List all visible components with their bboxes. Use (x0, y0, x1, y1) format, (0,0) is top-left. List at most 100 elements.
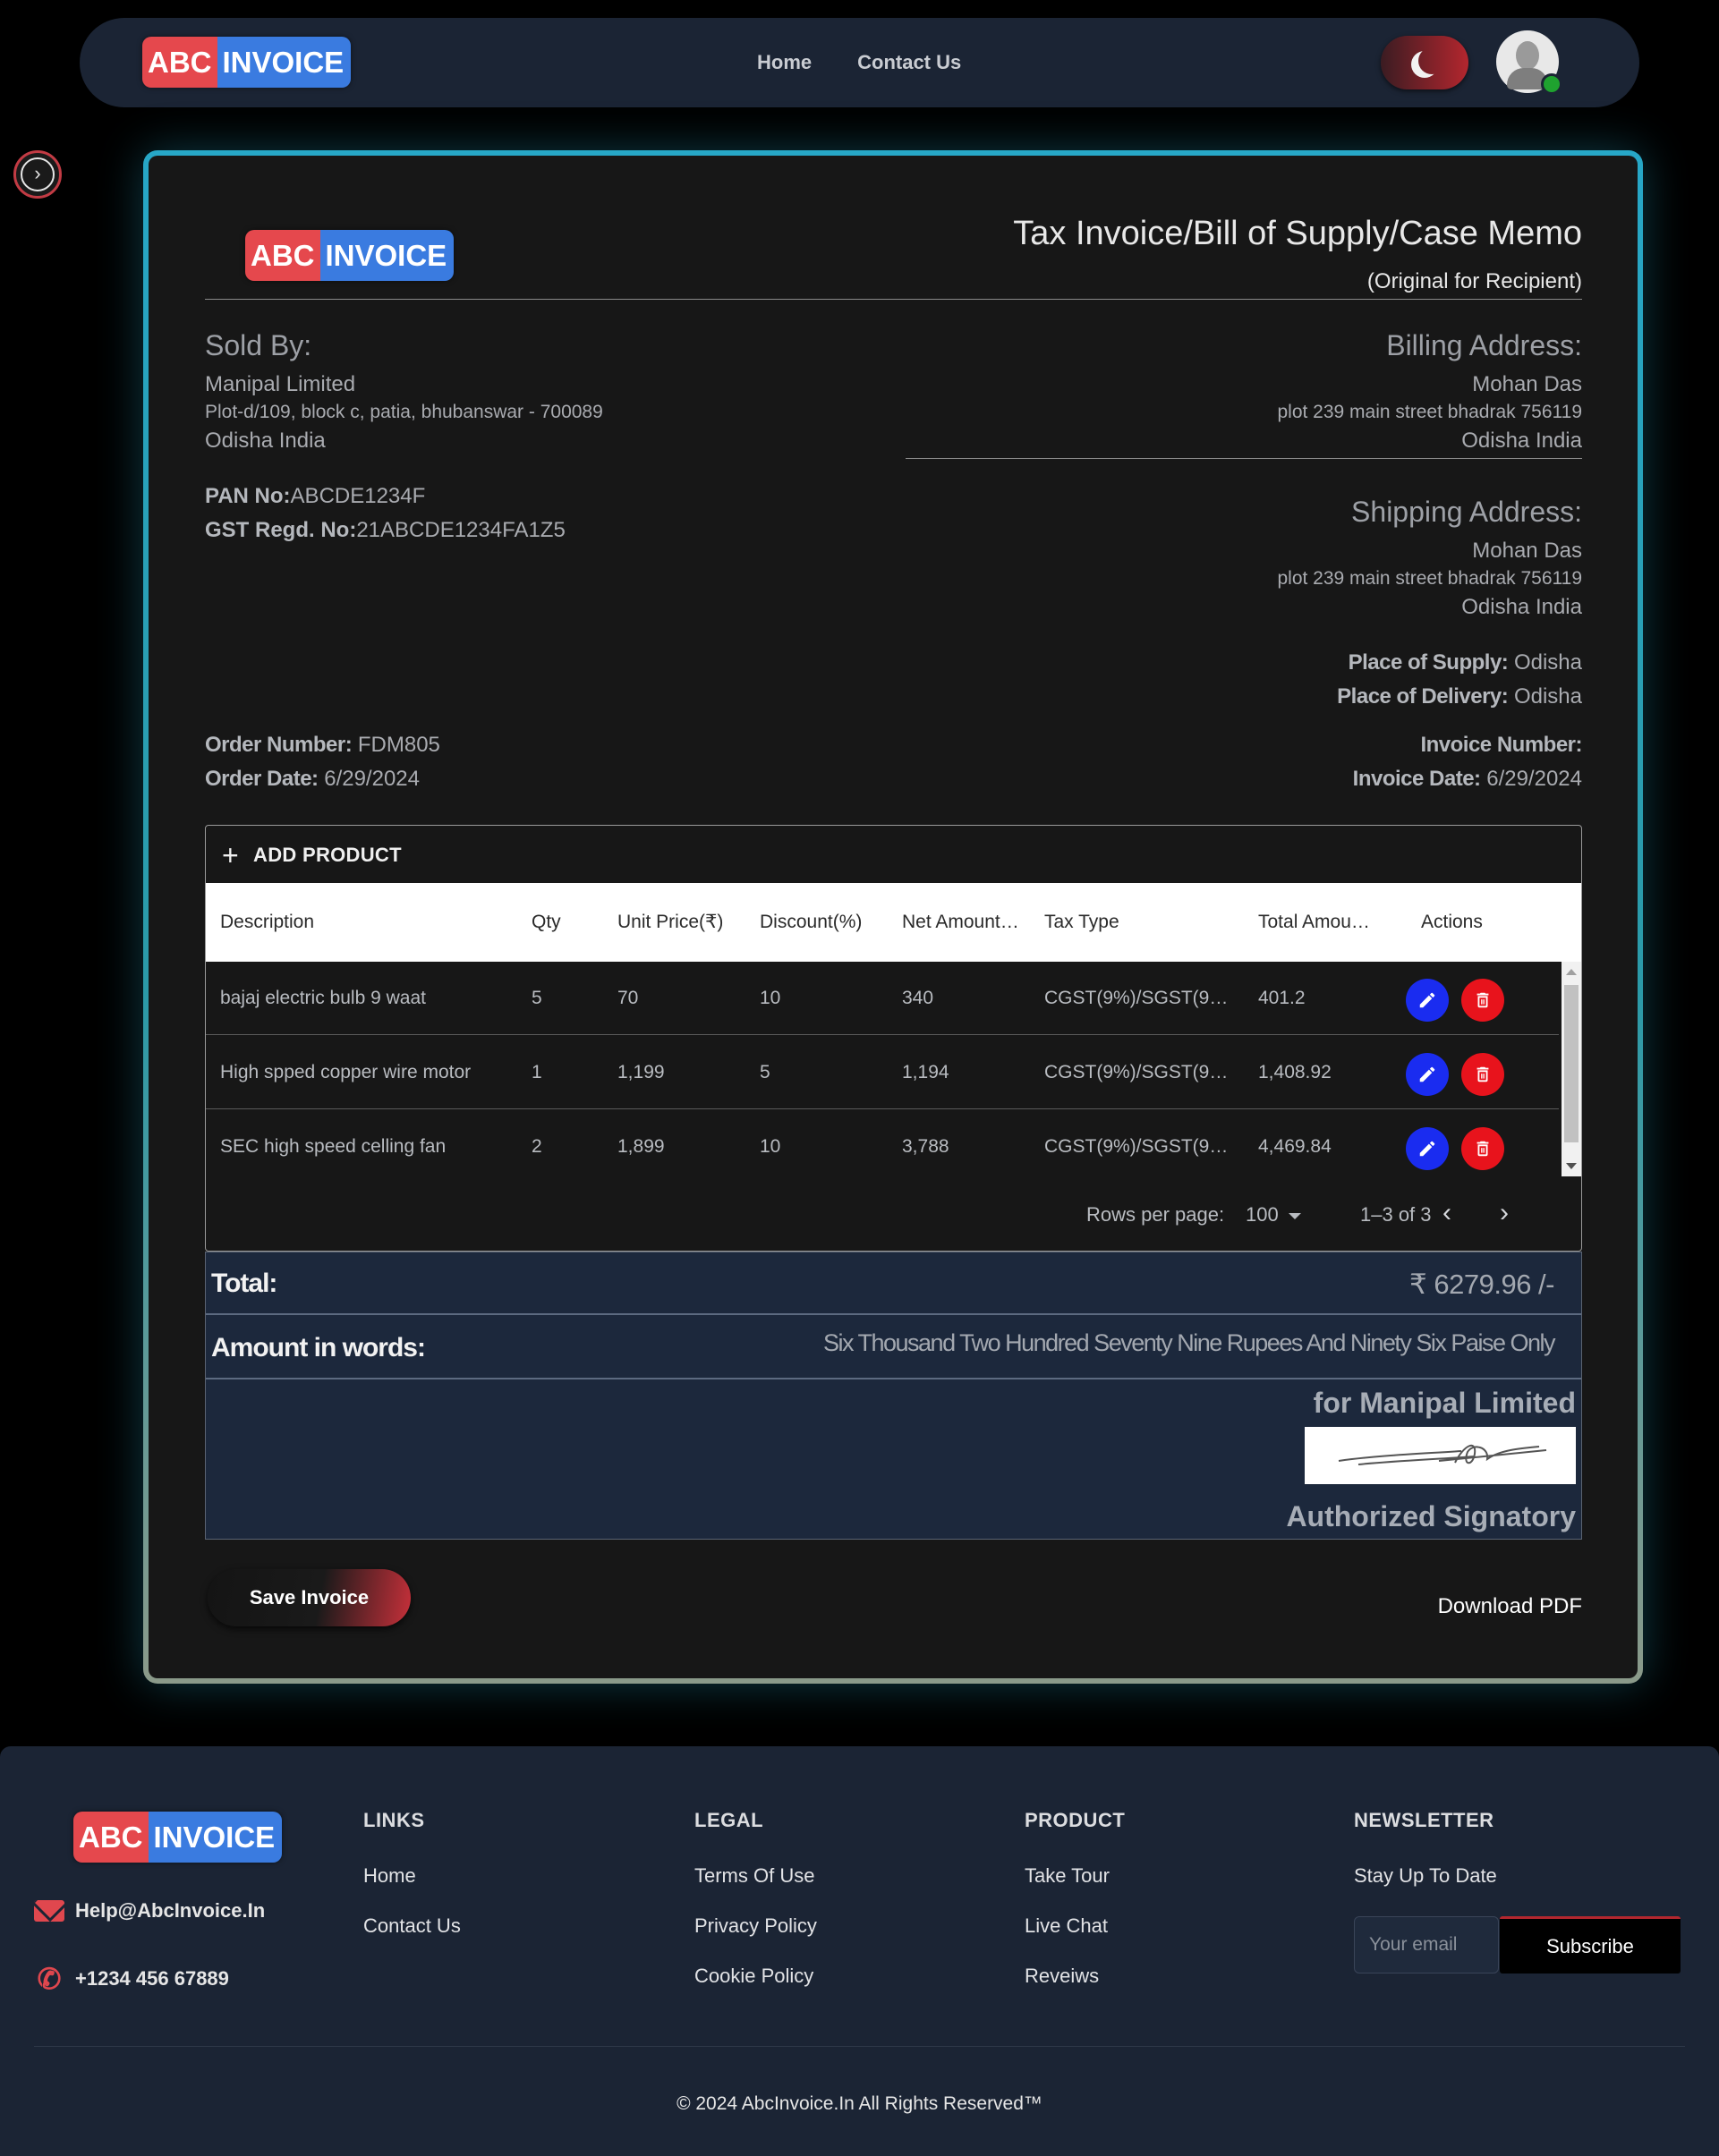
table-row[interactable]: bajaj electric bulb 9 waat 5 70 10 340 C… (206, 962, 1559, 1035)
footer-link-privacy[interactable]: Privacy Policy (694, 1914, 817, 1938)
footer-email[interactable]: Help@AbcInvoice.In (34, 1899, 265, 1923)
column-header[interactable]: Net Amount… (902, 883, 1036, 962)
place-of-supply-value: Odisha (1513, 650, 1582, 675)
edit-button[interactable] (1406, 979, 1449, 1022)
footer-product-column: PRODUCT Take Tour Live Chat Reveiws (1025, 1809, 1125, 2015)
table-scrollbar[interactable] (1562, 962, 1581, 1176)
footer-link-reviews[interactable]: Reveiws (1025, 1965, 1125, 1988)
table-row[interactable]: SEC high speed celling fan 2 1,899 10 3,… (206, 1110, 1559, 1184)
cell-description: bajaj electric bulb 9 waat (220, 988, 426, 1008)
column-header[interactable]: Tax Type (1044, 883, 1179, 962)
edit-icon (1419, 1066, 1435, 1082)
amount-in-words-value: Six Thousand Two Hundred Seventy Nine Ru… (822, 1329, 1556, 1356)
plus-icon: + (222, 839, 239, 871)
logo-part-abc: ABC (245, 230, 320, 281)
theme-toggle-button[interactable] (1381, 36, 1468, 89)
cell-unit-price: 1,199 (617, 1062, 665, 1082)
footer-link-terms[interactable]: Terms Of Use (694, 1864, 817, 1888)
chevron-left-icon[interactable]: ‹ (1442, 1198, 1451, 1228)
footer-link-take-tour[interactable]: Take Tour (1025, 1864, 1125, 1888)
newsletter-email-input[interactable]: Your email (1354, 1916, 1499, 1974)
scroll-thumb[interactable] (1564, 985, 1579, 1142)
dropdown-caret-icon[interactable] (1289, 1213, 1301, 1219)
mail-icon (34, 1900, 64, 1922)
add-product-button[interactable]: + ADD PRODUCT (222, 839, 402, 871)
total-value: ₹ 6279.96 /- (1409, 1269, 1554, 1300)
footer-logo[interactable]: ABC INVOICE (73, 1812, 283, 1863)
save-invoice-button[interactable]: Save Invoice (208, 1569, 411, 1626)
gst-label: GST Regd. No: (205, 518, 357, 543)
phone-icon: ✆ (37, 1963, 62, 1995)
cell-net-amount: 3,788 (902, 1136, 949, 1157)
logo-part-invoice: INVOICE (319, 230, 455, 281)
amount-in-words-label: Amount in words: (211, 1333, 426, 1362)
avatar[interactable] (1496, 30, 1562, 95)
chevron-right-icon[interactable]: › (1500, 1198, 1509, 1228)
cell-net-amount: 340 (902, 988, 934, 1008)
table-row[interactable]: High spped copper wire motor 1 1,199 5 1… (206, 1036, 1559, 1109)
edit-button[interactable] (1406, 1053, 1449, 1096)
cell-qty: 5 (532, 988, 542, 1008)
delete-button[interactable] (1461, 1053, 1504, 1096)
invoice-card: ABC INVOICE Tax Invoice/Bill of Supply/C… (143, 150, 1643, 1684)
column-header[interactable]: Description (220, 883, 399, 962)
delete-button[interactable] (1461, 1127, 1504, 1170)
cell-total: 1,408.92 (1258, 1062, 1332, 1082)
column-header[interactable]: Unit Price(₹) (617, 883, 752, 962)
subscribe-button[interactable]: Subscribe (1500, 1916, 1681, 1974)
edit-icon (1419, 1141, 1435, 1157)
legal-heading: LEGAL (694, 1809, 764, 1831)
cell-discount: 10 (760, 988, 781, 1008)
cell-net-amount: 1,194 (902, 1062, 949, 1082)
cell-tax-type: CGST(9%)/SGST(9… (1044, 1062, 1229, 1082)
logo-part-invoice: INVOICE (217, 37, 352, 88)
navbar: ABC INVOICE Home Contact Us (80, 18, 1639, 107)
footer-link-home[interactable]: Home (363, 1864, 461, 1888)
billing-address-section: Billing Address: Mohan Das plot 239 main… (1277, 326, 1582, 455)
rows-per-page-label: Rows per page: (1086, 1203, 1225, 1226)
seller-address: Plot-d/109, block c, patia, bhubanswar -… (205, 402, 603, 423)
logo-part-abc: ABC (142, 37, 217, 88)
cell-unit-price: 70 (617, 988, 639, 1008)
footer-links-column: LINKS Home Contact Us (363, 1809, 461, 1965)
shipping-heading: Shipping Address: (1351, 496, 1582, 528)
cell-total: 401.2 (1258, 988, 1306, 1008)
nav-link-contact-us[interactable]: Contact Us (857, 51, 961, 74)
column-header[interactable]: Actions (1421, 883, 1528, 962)
delete-button[interactable] (1461, 979, 1504, 1022)
cell-tax-type: CGST(9%)/SGST(9… (1044, 1136, 1229, 1157)
footer-link-cookie[interactable]: Cookie Policy (694, 1965, 817, 1988)
sidebar-toggle-button[interactable]: › (13, 150, 62, 199)
order-number-label: Order Number: (205, 733, 353, 757)
nav-logo[interactable]: ABC INVOICE (142, 37, 352, 88)
scroll-down-arrow[interactable] (1566, 1163, 1577, 1169)
place-of-supply-label: Place of Supply: (1348, 650, 1509, 675)
delete-icon (1476, 1141, 1489, 1157)
download-pdf-link[interactable]: Download PDF (1438, 1594, 1582, 1619)
total-row: Total: ₹ 6279.96 /- (206, 1252, 1581, 1315)
cell-qty: 1 (532, 1062, 542, 1082)
delete-icon (1476, 1066, 1489, 1082)
rows-per-page-select[interactable]: 100 (1246, 1203, 1279, 1227)
footer-phone[interactable]: ✆ +1234 456 67889 (34, 1964, 229, 1994)
logo-part-invoice: INVOICE (148, 1812, 283, 1863)
footer-link-live-chat[interactable]: Live Chat (1025, 1914, 1125, 1938)
totals-section: Total: ₹ 6279.96 /- Amount in words: Six… (205, 1252, 1582, 1540)
invoice-title: Tax Invoice/Bill of Supply/Case Memo (1013, 215, 1582, 252)
cell-discount: 5 (760, 1062, 770, 1082)
nav-link-home[interactable]: Home (757, 51, 812, 74)
scroll-up-arrow[interactable] (1566, 969, 1577, 975)
footer-link-contact-us[interactable]: Contact Us (363, 1914, 461, 1938)
shipping-address: plot 239 main street bhadrak 756119 (1277, 568, 1582, 590)
divider (34, 2046, 1685, 2047)
sold-by-section: Sold By: Manipal Limited Plot-d/109, blo… (205, 326, 603, 455)
pagination-range: 1–3 of 3 (1360, 1203, 1432, 1226)
footer-phone-text: +1234 456 67889 (75, 1967, 229, 1990)
column-header[interactable]: Qty (532, 883, 585, 962)
cell-discount: 10 (760, 1136, 781, 1157)
footer-newsletter-column: NEWSLETTER Stay Up To Date (1354, 1809, 1497, 1914)
billing-heading: Billing Address: (1386, 329, 1582, 361)
column-header[interactable]: Discount(%) (760, 883, 894, 962)
edit-button[interactable] (1406, 1127, 1449, 1170)
column-header[interactable]: Total Amou… (1258, 883, 1392, 962)
